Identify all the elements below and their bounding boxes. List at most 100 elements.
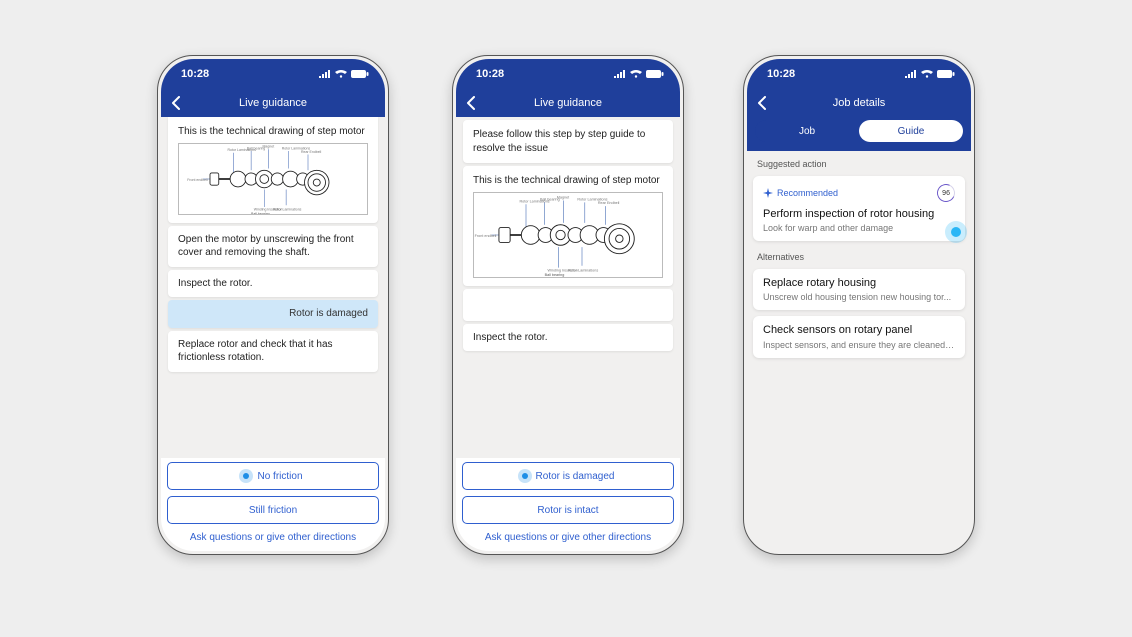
alternatives-label: Alternatives <box>747 244 971 266</box>
step-card-inspect: Inspect the rotor. <box>168 270 378 298</box>
options-area: Rotor is damaged Rotor is intact <box>456 458 680 526</box>
svg-text:Magnet: Magnet <box>263 144 275 148</box>
step-card-open: Open the motor by unscrewing the front c… <box>168 226 378 267</box>
option-still-friction[interactable]: Still friction <box>167 496 379 524</box>
step-card-drawing: This is the technical drawing of step mo… <box>463 166 673 286</box>
ask-questions-link[interactable]: Ask questions or give other directions <box>161 526 385 551</box>
svg-text:Front endbell: Front endbell <box>187 177 208 181</box>
option-label: No friction <box>257 471 302 482</box>
content-area: Suggested action Recommended 96 Perform … <box>747 151 971 551</box>
step-card-drawing: This is the technical drawing of step mo… <box>168 117 378 223</box>
status-bar: 10:28 <box>161 59 385 89</box>
options-area: No friction Still friction <box>161 458 385 526</box>
status-time: 10:28 <box>181 68 209 80</box>
header-title: Live guidance <box>161 97 385 109</box>
option-rotor-intact[interactable]: Rotor is intact <box>462 496 674 524</box>
alt-title: Replace rotary housing <box>763 277 955 290</box>
phone-2-inner: 10:28 Live guidance Please follow this s… <box>456 59 680 551</box>
alt-title: Check sensors on rotary panel <box>763 324 955 337</box>
chevron-left-icon <box>171 96 181 110</box>
alternative-card-2[interactable]: Check sensors on rotary panel Inspect se… <box>753 316 965 357</box>
step-card-replace: Replace rotor and check that it has fric… <box>168 331 378 372</box>
tab-label: Guide <box>898 126 925 137</box>
user-message: Rotor is damaged <box>168 300 378 328</box>
option-label: Rotor is intact <box>537 505 598 516</box>
status-bar: 10:28 <box>456 59 680 89</box>
step-card-inspect: Inspect the rotor. <box>463 324 673 352</box>
content-area: This is the technical drawing of step mo… <box>161 117 385 551</box>
alt-sub: Inspect sensors, and ensure they are cle… <box>763 340 955 350</box>
recommended-badge: Recommended <box>763 188 838 198</box>
app-header: Job details <box>747 89 971 117</box>
chevron-left-icon <box>466 96 476 110</box>
user-text: Rotor is damaged <box>289 308 368 319</box>
technical-drawing: Rotor Laminations Ball bearing Magnet Ro… <box>473 192 663 278</box>
signal-icon <box>614 70 626 78</box>
recommended-title: Perform inspection of rotor housing <box>763 208 955 221</box>
typing-indicator-icon <box>522 473 528 479</box>
svg-text:Ball bearing: Ball bearing <box>545 273 565 277</box>
ask-text: Ask questions or give other directions <box>485 532 651 543</box>
scroll-area[interactable]: Please follow this step by step guide to… <box>456 117 680 458</box>
option-label: Rotor is damaged <box>536 471 615 482</box>
option-rotor-damaged[interactable]: Rotor is damaged <box>462 462 674 490</box>
technical-drawing: Rotor Laminations Ball bearing Magnet Ro… <box>178 143 368 215</box>
scroll-area[interactable]: This is the technical drawing of step mo… <box>161 117 385 458</box>
chevron-left-icon <box>757 96 767 110</box>
status-time: 10:28 <box>476 68 504 80</box>
status-time: 10:28 <box>767 68 795 80</box>
motor-diagram-icon: Rotor Laminations Ball bearing Magnet Ro… <box>474 193 662 277</box>
score-value: 96 <box>942 190 950 197</box>
motor-diagram-icon: Rotor Laminations Ball bearing Magnet Ro… <box>179 144 367 214</box>
svg-text:Rotor Laminations: Rotor Laminations <box>568 268 598 272</box>
typing-indicator-icon <box>243 473 249 479</box>
score-badge: 96 <box>934 181 957 204</box>
suggested-action-label: Suggested action <box>747 151 971 173</box>
option-no-friction[interactable]: No friction <box>167 462 379 490</box>
stage: 10:28 Live guidance This is the technica… <box>0 0 1132 637</box>
ask-questions-link[interactable]: Ask questions or give other directions <box>456 526 680 551</box>
battery-icon <box>646 70 664 78</box>
alt-sub: Unscrew old housing tension new housing … <box>763 292 955 302</box>
tabs-bar: Job Guide <box>747 117 971 151</box>
phone-1: 10:28 Live guidance This is the technica… <box>157 55 389 555</box>
step-card-blank <box>463 289 673 321</box>
intro-text: Please follow this step by step guide to… <box>473 129 645 154</box>
step-text: Inspect the rotor. <box>178 278 253 289</box>
tab-label: Job <box>799 126 815 137</box>
content-area: Please follow this step by step guide to… <box>456 117 680 551</box>
wifi-icon <box>630 70 642 78</box>
back-button[interactable] <box>171 96 181 110</box>
battery-icon <box>937 70 955 78</box>
svg-text:Magnet: Magnet <box>557 195 569 199</box>
signal-icon <box>319 70 331 78</box>
step-text: Open the motor by unscrewing the front c… <box>178 234 354 259</box>
status-icons <box>905 70 955 78</box>
tab-job[interactable]: Job <box>755 120 859 142</box>
status-bar: 10:28 <box>747 59 971 89</box>
alternative-card-1[interactable]: Replace rotary housing Unscrew old housi… <box>753 269 965 310</box>
recommended-row: Recommended 96 <box>763 184 955 202</box>
svg-text:Rotor Laminations: Rotor Laminations <box>273 207 302 211</box>
step-text: Inspect the rotor. <box>473 332 548 343</box>
svg-text:Front endbell: Front endbell <box>475 233 497 237</box>
sparkle-icon <box>763 188 773 198</box>
option-label: Still friction <box>249 505 297 516</box>
battery-icon <box>351 70 369 78</box>
tab-guide[interactable]: Guide <box>859 120 963 142</box>
active-indicator-icon <box>951 227 961 237</box>
drawing-caption: This is the technical drawing of step mo… <box>178 125 368 139</box>
status-icons <box>319 70 369 78</box>
tab-group: Job Guide <box>755 120 963 142</box>
phone-2: 10:28 Live guidance Please follow this s… <box>452 55 684 555</box>
phone-3: 10:28 Job details Job <box>743 55 975 555</box>
step-text: Replace rotor and check that it has fric… <box>178 339 333 364</box>
recommended-card[interactable]: Recommended 96 Perform inspection of rot… <box>753 176 965 241</box>
status-icons <box>614 70 664 78</box>
signal-icon <box>905 70 917 78</box>
back-button[interactable] <box>466 96 476 110</box>
recommended-sub: Look for warp and other damage <box>763 223 955 233</box>
step-card-intro: Please follow this step by step guide to… <box>463 120 673 163</box>
header-title: Live guidance <box>456 97 680 109</box>
back-button[interactable] <box>757 96 767 110</box>
